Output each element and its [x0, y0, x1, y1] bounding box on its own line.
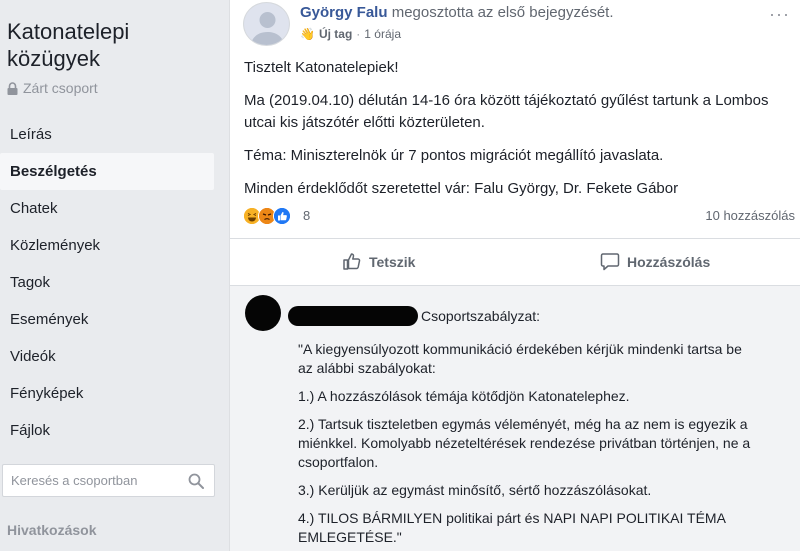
nav-item-files[interactable]: Fájlok — [0, 412, 216, 449]
reaction-icons[interactable] — [243, 207, 291, 225]
like-reaction-icon — [273, 207, 291, 225]
comment-bubble: Csoportszabályzat: "A kiegyensúlyozott k… — [288, 298, 768, 551]
group-sidebar: Katonatelepi közügyek Zárt csoport Leírá… — [0, 0, 225, 551]
group-search — [2, 464, 215, 497]
nav-item-photos[interactable]: Fényképek — [0, 375, 216, 412]
author-name[interactable]: György Falu — [300, 4, 388, 21]
comment-paragraph: "A kiegyensúlyozott kommunikáció érdekéb… — [298, 341, 742, 376]
privacy-status: Zárt csoport — [7, 80, 98, 96]
post-time[interactable]: 1 órája — [364, 27, 401, 41]
comment-paragraph: 4.) TILOS BÁRMILYEN politikai párt és NA… — [298, 510, 726, 545]
search-icon[interactable] — [188, 473, 204, 489]
group-title[interactable]: Katonatelepi közügyek — [7, 18, 217, 72]
comment-paragraph: 2.) Tartsuk tiszteletben egymás vélemény… — [298, 416, 751, 470]
comments-section: Csoportszabályzat: "A kiegyensúlyozott k… — [230, 285, 800, 551]
links-heading: Hivatkozások — [7, 522, 97, 538]
reactions-row: 8 10 hozzászólás — [243, 205, 795, 227]
lock-icon — [7, 81, 18, 95]
post-action-bar: Tetszik Hozzászólás — [230, 238, 800, 285]
group-nav: Leírás Beszélgetés Chatek Közlemények Ta… — [0, 116, 216, 449]
post-paragraph: Ma (2019.04.10) délután 14-16 óra között… — [244, 92, 769, 131]
post-body: Tisztelt Katonatelepiek! Ma (2019.04.10)… — [244, 57, 784, 211]
author-avatar[interactable] — [243, 2, 290, 46]
privacy-label: Zárt csoport — [23, 80, 98, 96]
nav-item-events[interactable]: Események — [0, 301, 216, 338]
comment-paragraph: 1.) A hozzászólások témája kötődjön Kato… — [298, 388, 630, 404]
like-button[interactable]: Tetszik — [342, 251, 415, 273]
post-action-text: megosztotta az első bejegyzését. — [391, 4, 614, 21]
redacted-commenter-name — [288, 306, 418, 326]
new-member-tag: Új tag — [318, 27, 353, 41]
nav-item-announcements[interactable]: Közlemények — [0, 227, 216, 264]
nav-item-members[interactable]: Tagok — [0, 264, 216, 301]
comment-paragraph: 3.) Kerüljük az egymást minősítő, sértő … — [298, 482, 652, 498]
nav-item-videos[interactable]: Videók — [0, 338, 216, 375]
post-paragraph: Minden érdeklődőt szeretettel vár: Falu … — [244, 180, 679, 197]
post-meta: 👋 Új tag · 1 órája — [300, 27, 401, 41]
reaction-count[interactable]: 8 — [303, 208, 310, 223]
post-paragraph: Tisztelt Katonatelepiek! — [244, 59, 399, 76]
like-button-label: Tetszik — [369, 254, 416, 270]
commenter-avatar[interactable] — [245, 295, 281, 331]
comment-count[interactable]: 10 hozzászólás — [705, 208, 795, 223]
nav-item-discussion[interactable]: Beszélgetés — [0, 153, 214, 190]
nav-item-chats[interactable]: Chatek — [0, 190, 216, 227]
more-options-icon[interactable]: ··· — [769, 4, 790, 25]
thumbs-up-icon — [342, 251, 362, 274]
group-search-input[interactable] — [11, 465, 181, 496]
comment-button-label: Hozzászólás — [627, 254, 711, 270]
speech-bubble-icon — [600, 251, 620, 274]
separator: · — [356, 27, 361, 41]
post-card: György Falu megosztotta az első bejegyzé… — [229, 0, 800, 551]
comment-heading: Csoportszabályzat: — [421, 308, 541, 324]
post-paragraph: Téma: Miniszterelnök úr 7 pontos migráci… — [244, 147, 664, 164]
nav-item-description[interactable]: Leírás — [0, 116, 216, 153]
comment-text: "A kiegyensúlyozott kommunikáció érdekéb… — [298, 340, 758, 551]
post-header: György Falu megosztotta az első bejegyzé… — [300, 4, 614, 21]
wave-icon: 👋 — [300, 27, 315, 41]
comment-button[interactable]: Hozzászólás — [600, 251, 710, 273]
